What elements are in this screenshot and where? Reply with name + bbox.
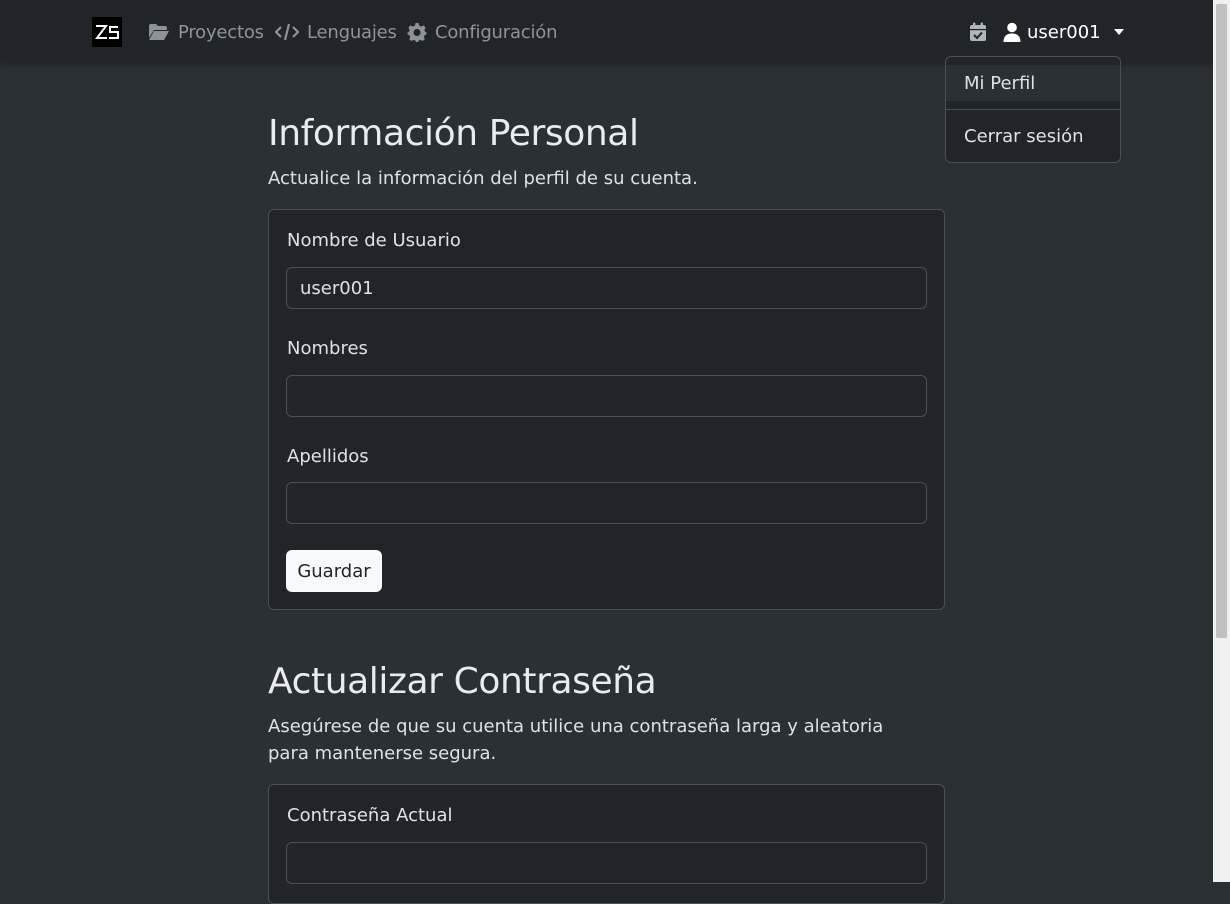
calendar-check-icon [970,22,986,41]
caret-down-icon [1113,29,1124,35]
nav-link-lenguajes[interactable]: Lenguajes [275,20,397,44]
password-card: Contraseña Actual [268,784,945,904]
first-names-label: Nombres [287,338,368,359]
profile-section-description: Actualice la información del perfil de s… [268,168,698,189]
dropdown-divider [946,109,1120,110]
user-icon [1003,22,1021,42]
calendar-button[interactable] [969,20,987,44]
last-names-input[interactable] [286,482,927,524]
folder-open-icon [149,24,169,40]
save-button[interactable]: Guardar [286,550,382,592]
profile-card: Nombre de Usuario Nombres Apellidos Guar… [268,209,945,610]
dropdown-item-mi-perfil[interactable]: Mi Perfil [946,65,1120,101]
password-section-title: Actualizar Contraseña [268,661,657,702]
user-menu-toggle[interactable]: user001 [1003,20,1125,44]
last-names-label: Apellidos [287,446,369,467]
code-icon [275,23,299,41]
password-section-description: Asegúrese de que su cuenta utilice una c… [268,716,884,764]
user-name: user001 [1027,21,1101,43]
brand-logo-icon [95,25,119,39]
gear-icon [407,23,427,42]
nav-link-label: Configuración [435,21,558,43]
user-dropdown-menu: Mi Perfil Cerrar sesión [945,56,1121,163]
first-names-input[interactable] [286,375,927,417]
top-navbar: Proyectos Lenguajes Configuración user00… [0,0,1213,62]
nav-link-proyectos[interactable]: Proyectos [148,20,264,44]
dropdown-item-cerrar-sesion[interactable]: Cerrar sesión [946,118,1120,154]
nav-link-configuracion[interactable]: Configuración [407,20,558,44]
nav-link-label: Proyectos [178,21,264,43]
brand-logo[interactable] [92,17,122,47]
current-password-label: Contraseña Actual [287,805,453,826]
nav-link-label: Lenguajes [307,21,397,43]
profile-section-title: Información Personal [268,113,639,154]
username-input[interactable] [286,267,927,309]
username-label: Nombre de Usuario [287,230,461,251]
current-password-input[interactable] [286,842,927,884]
scrollbar-thumb[interactable] [1216,4,1227,638]
